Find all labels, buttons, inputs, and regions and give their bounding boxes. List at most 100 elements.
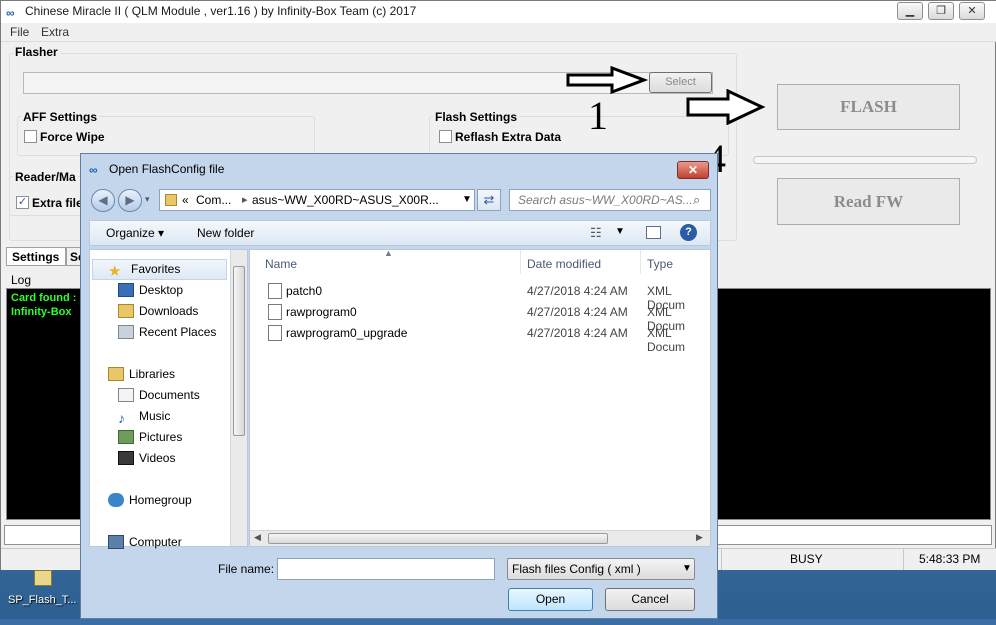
flasher-group-label: Flasher: [13, 45, 60, 59]
status-time: 5:48:33 PM: [919, 552, 981, 566]
horizontal-scrollbar[interactable]: ◀ ▶: [250, 530, 710, 546]
tab-settings[interactable]: Settings: [6, 247, 66, 266]
checkmark-icon: ✓: [17, 196, 28, 208]
nav-videos-label: Videos: [139, 451, 176, 465]
horizontal-scrollbar-thumb[interactable]: [268, 533, 608, 544]
xml-file-icon: [268, 283, 282, 299]
file-name: rawprogram0: [286, 305, 357, 319]
nav-homegroup[interactable]: Homegroup: [108, 493, 192, 511]
nav-desktop-label: Desktop: [139, 283, 184, 297]
cancel-button[interactable]: Cancel: [605, 588, 695, 611]
breadcrumb-folder[interactable]: asus~WW_X00RD~ASUS_X00R...: [252, 193, 439, 207]
extra-files-checkbox[interactable]: ✓: [16, 196, 29, 209]
view-dropdown-icon[interactable]: ▼: [615, 226, 625, 237]
file-type-filter[interactable]: Flash files Config ( xml ) ▼: [507, 558, 695, 580]
force-wipe-checkbox[interactable]: [24, 130, 37, 143]
forward-button[interactable]: ▶: [118, 189, 142, 212]
history-dropdown-icon[interactable]: ▾: [145, 194, 150, 205]
address-bar[interactable]: « Com... ▸ asus~WW_X00RD~ASUS_X00R... ▼: [159, 189, 475, 211]
nav-scrollbar-thumb[interactable]: [233, 266, 245, 436]
nav-pictures-label: Pictures: [139, 430, 183, 444]
file-date: 4/27/2018 4:24 AM: [527, 326, 628, 340]
folder-icon: [34, 570, 52, 586]
breadcrumb-separator-icon[interactable]: ▸: [242, 193, 248, 206]
dialog-close-button[interactable]: ✕: [677, 161, 709, 179]
column-date-modified[interactable]: Date modified: [527, 257, 601, 271]
sort-ascending-icon: ▲: [384, 248, 393, 258]
progress-bar: [753, 156, 977, 164]
reflash-extra-checkbox[interactable]: [439, 130, 452, 143]
file-name-label: File name:: [218, 562, 275, 576]
dialog-toolbar: Organize ▾ New folder ☷ ▼ ?: [89, 220, 711, 246]
nav-desktop[interactable]: Desktop: [118, 283, 183, 301]
menu-file[interactable]: File: [10, 25, 29, 39]
open-file-dialog: ∞ Open FlashConfig file ✕ ◀ ▶ ▾ « Com...…: [80, 153, 718, 619]
scroll-left-icon[interactable]: ◀: [254, 532, 261, 543]
dialog-title: Open FlashConfig file: [109, 162, 225, 176]
reflash-extra-label: Reflash Extra Data: [455, 130, 562, 144]
column-divider: [520, 250, 521, 274]
column-divider: [640, 250, 641, 274]
refresh-icon: ⇄: [483, 192, 495, 207]
forward-arrow-icon: ▶: [125, 193, 135, 207]
nav-computer[interactable]: Computer: [108, 535, 182, 553]
log-line-card-found: Card found :: [11, 292, 77, 304]
nav-pictures[interactable]: Pictures: [118, 430, 182, 448]
nav-scrollbar[interactable]: [230, 250, 247, 546]
libraries-icon: [108, 367, 124, 381]
nav-libraries[interactable]: Libraries: [108, 367, 175, 385]
file-list: Name ▲ Date modified Type patch0 4/27/20…: [249, 248, 712, 547]
force-wipe-label: Force Wipe: [40, 130, 105, 144]
column-type[interactable]: Type: [647, 257, 673, 271]
address-dropdown-icon[interactable]: ▼: [462, 194, 472, 205]
nav-recent-places[interactable]: Recent Places: [118, 325, 216, 343]
nav-favorites[interactable]: ★ Favorites: [108, 262, 180, 280]
back-button[interactable]: ◀: [91, 189, 115, 212]
computer-icon: [108, 535, 124, 549]
open-button[interactable]: Open: [508, 588, 593, 611]
reader-group-label: Reader/Ma: [13, 170, 78, 184]
nav-favorites-label: Favorites: [131, 262, 181, 276]
desktop-shortcut[interactable]: SP_Flash_T...: [6, 568, 78, 616]
scroll-right-icon[interactable]: ▶: [696, 532, 703, 543]
nav-recent-places-label: Recent Places: [139, 325, 217, 339]
main-title-bar[interactable]: ∞ Chinese Miracle II ( QLM Module , ver1…: [1, 1, 996, 23]
close-button[interactable]: ✕: [959, 2, 985, 20]
menu-extra[interactable]: Extra: [41, 25, 69, 39]
minimize-button[interactable]: ▁: [897, 2, 923, 20]
flash-button[interactable]: FLASH: [777, 84, 960, 130]
nav-libraries-label: Libraries: [129, 367, 176, 381]
nav-videos[interactable]: Videos: [118, 451, 175, 469]
status-busy: BUSY: [790, 552, 823, 566]
search-input[interactable]: Search asus~WW_X00RD~AS...: [509, 189, 711, 211]
organize-button[interactable]: Organize ▾: [106, 226, 164, 240]
star-icon: ★: [108, 263, 122, 280]
preview-pane-icon[interactable]: [646, 226, 661, 239]
file-name-input[interactable]: [277, 558, 495, 580]
nav-downloads[interactable]: Downloads: [118, 304, 198, 322]
recent-places-icon: [118, 325, 134, 339]
breadcrumb-computer[interactable]: Com...: [196, 193, 231, 207]
file-date: 4/27/2018 4:24 AM: [527, 284, 628, 298]
filter-dropdown-icon[interactable]: ▼: [682, 563, 692, 574]
file-row[interactable]: rawprogram0 4/27/2018 4:24 AM XML Docum: [250, 302, 712, 333]
nav-documents-label: Documents: [139, 388, 200, 402]
annotation-arrow-4: [686, 89, 766, 125]
read-fw-button[interactable]: Read FW: [777, 178, 960, 225]
nav-documents[interactable]: Documents: [118, 388, 200, 406]
nav-music[interactable]: ♪ Music: [118, 409, 170, 427]
file-row[interactable]: rawprogram0_upgrade 4/27/2018 4:24 AM XM…: [250, 323, 712, 354]
new-folder-button[interactable]: New folder: [197, 226, 254, 240]
file-row[interactable]: patch0 4/27/2018 4:24 AM XML Docum: [250, 281, 712, 312]
homegroup-icon: [108, 493, 124, 507]
column-name[interactable]: Name: [265, 257, 297, 271]
status-divider: [903, 549, 904, 570]
view-options-icon[interactable]: ☷: [590, 225, 602, 241]
refresh-button[interactable]: ⇄: [477, 189, 501, 211]
xml-file-icon: [268, 304, 282, 320]
pictures-icon: [118, 430, 134, 444]
restore-button[interactable]: ❐: [928, 2, 954, 20]
file-date: 4/27/2018 4:24 AM: [527, 305, 628, 319]
help-icon[interactable]: ?: [680, 224, 697, 241]
breadcrumb-overflow[interactable]: «: [182, 193, 189, 207]
